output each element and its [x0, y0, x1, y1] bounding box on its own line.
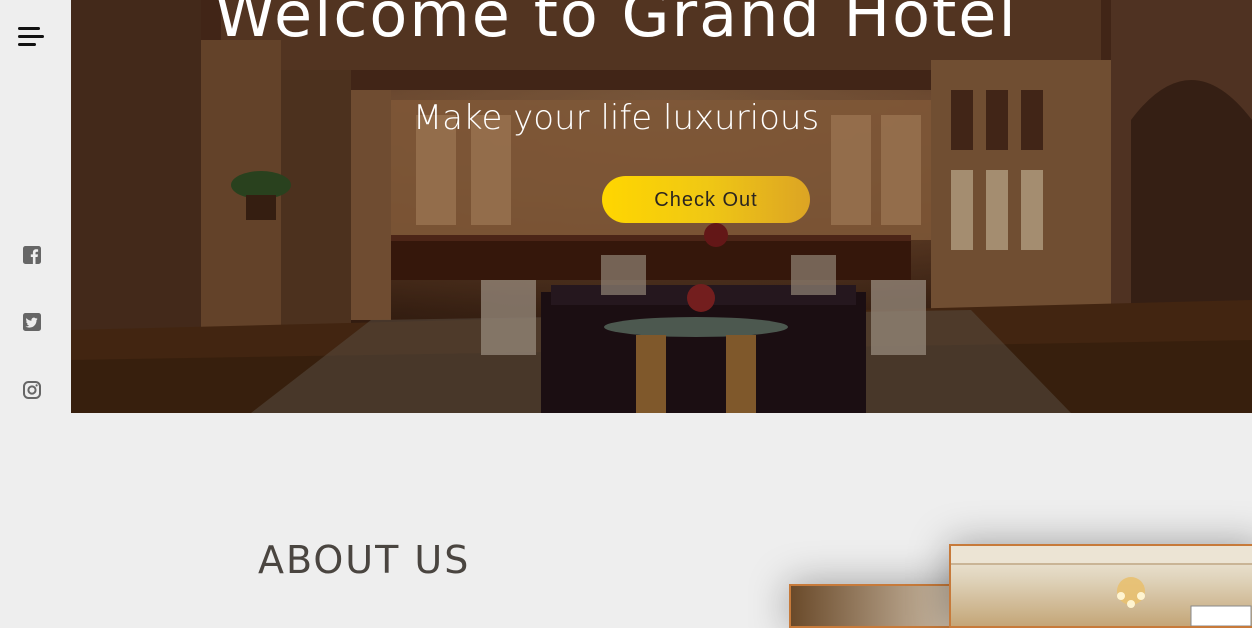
about-photo-back: [949, 544, 1252, 628]
about-us-heading: ABOUT US: [258, 538, 471, 582]
check-out-button[interactable]: Check Out: [602, 176, 810, 223]
facebook-icon[interactable]: [22, 245, 42, 265]
sidebar: [0, 0, 71, 612]
hero-subtitle: Make your life luxurious: [412, 98, 820, 138]
hero-section: Welcome to Grand Hotel Make your life lu…: [71, 0, 1252, 413]
twitter-icon[interactable]: [22, 312, 42, 332]
chandelier-icon: [951, 546, 1252, 626]
hamburger-menu-icon[interactable]: [18, 25, 46, 49]
hero-title: Welcome to Grand Hotel: [214, 0, 1018, 51]
instagram-icon[interactable]: [22, 380, 42, 400]
